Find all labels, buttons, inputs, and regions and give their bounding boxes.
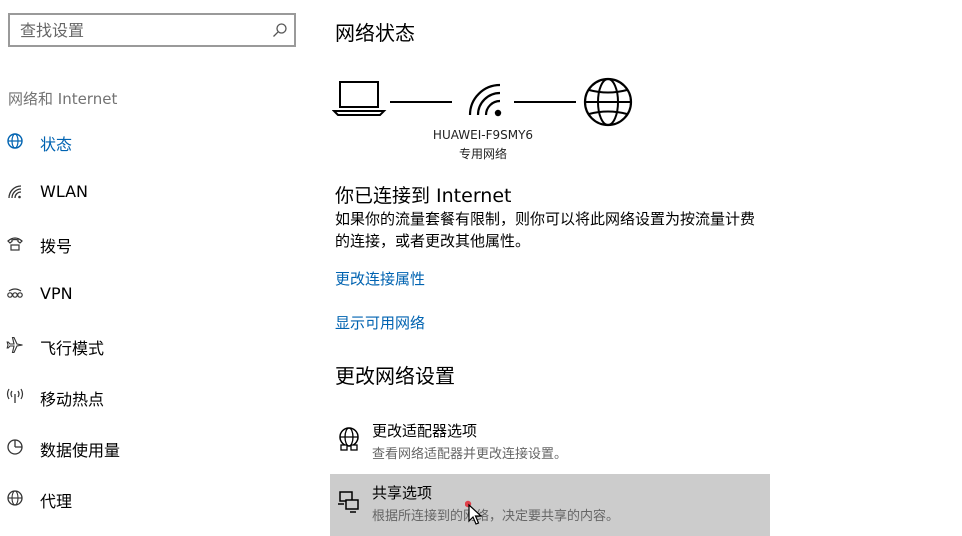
- sidebar-item-label: 状态: [40, 135, 73, 154]
- sharing-icon: [338, 491, 359, 513]
- sidebar-item-data-usage[interactable]: 数据使用量: [0, 427, 300, 467]
- change-adapter-options-item[interactable]: 更改适配器选项 查看网络适配器并更改连接设置。: [330, 412, 770, 474]
- adapter-globe-icon: [339, 427, 359, 451]
- globe-icon: [583, 77, 633, 127]
- network-type: 专用网络: [458, 147, 507, 161]
- connection-status-title: 你已连接到 Internet: [335, 185, 512, 207]
- search-icon[interactable]: [272, 22, 288, 38]
- status-icon: [7, 133, 23, 149]
- setting-description: 根据所连接到的网络，决定要共享的内容。: [372, 509, 620, 524]
- sidebar-section-label: 网络和 Internet: [8, 90, 118, 108]
- sidebar-item-wlan[interactable]: WLAN: [0, 172, 300, 212]
- data-usage-icon: [7, 439, 23, 455]
- sidebar-item-dialup[interactable]: 拨号: [0, 223, 300, 263]
- sidebar-item-proxy[interactable]: 代理: [0, 478, 300, 518]
- search-box[interactable]: [8, 13, 296, 47]
- dialup-icon: [7, 237, 23, 251]
- setting-title: 共享选项: [372, 484, 433, 502]
- sidebar-item-label: 拨号: [40, 237, 73, 256]
- connection-status-description: 如果你的流量套餐有限制，则你可以将此网络设置为按流量计费的连接，或者更改其他属性…: [335, 210, 756, 250]
- wifi-icon: [8, 185, 22, 199]
- network-name: HUAWEI-F9SMY6: [432, 128, 534, 142]
- vpn-icon: [7, 288, 23, 298]
- page-title: 网络状态: [335, 21, 415, 45]
- sidebar-item-airplane[interactable]: 飞行模式: [0, 325, 300, 365]
- sharing-options-item[interactable]: 共享选项 根据所连接到的网络，决定要共享的内容。: [330, 474, 770, 536]
- change-network-settings-heading: 更改网络设置: [335, 364, 455, 388]
- sidebar-item-label: WLAN: [40, 182, 89, 201]
- sidebar-item-vpn[interactable]: VPN: [0, 274, 300, 314]
- airplane-icon: [6, 336, 23, 354]
- show-available-networks-link[interactable]: 显示可用网络: [335, 312, 425, 333]
- hotspot-icon: [6, 388, 24, 403]
- setting-description: 查看网络适配器并更改连接设置。: [372, 447, 568, 462]
- proxy-globe-icon: [7, 490, 23, 506]
- change-connection-properties-link[interactable]: 更改连接属性: [335, 268, 425, 289]
- sidebar-item-label: VPN: [40, 284, 73, 303]
- sidebar-item-label: 移动热点: [40, 390, 105, 409]
- network-diagram: [332, 77, 633, 127]
- sidebar-item-label: 代理: [40, 492, 73, 511]
- sidebar-item-hotspot[interactable]: 移动热点: [0, 376, 300, 416]
- sidebar-item-label: 数据使用量: [40, 441, 121, 460]
- setting-title: 更改适配器选项: [372, 422, 478, 440]
- wifi-signal-icon: [468, 83, 502, 117]
- search-input[interactable]: [10, 15, 294, 45]
- sidebar-item-label: 飞行模式: [40, 339, 105, 358]
- sidebar-item-status[interactable]: 状态: [0, 121, 300, 161]
- laptop-icon: [332, 81, 387, 116]
